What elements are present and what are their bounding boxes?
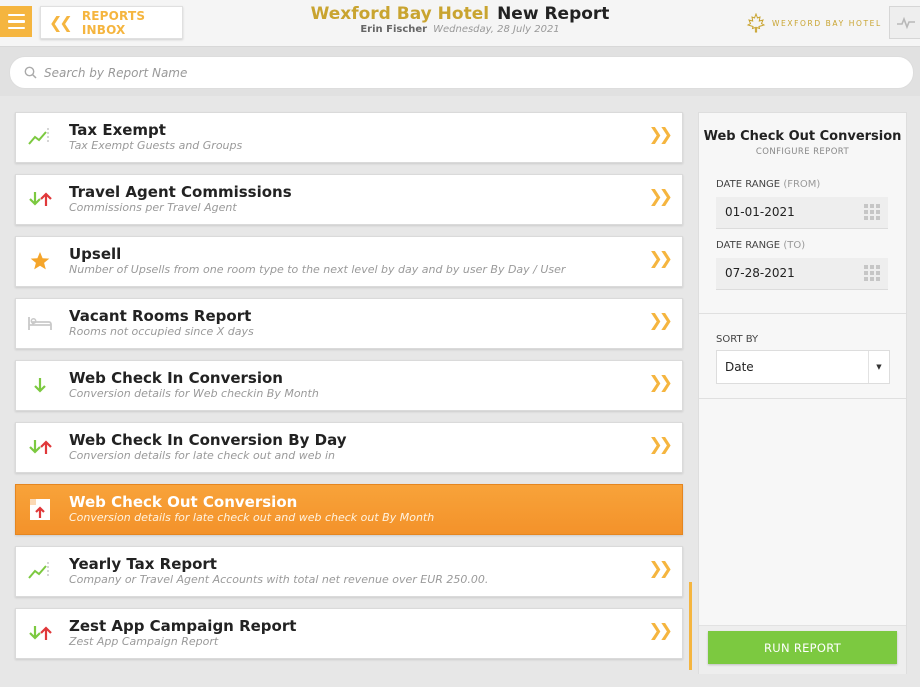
page-title: New Report (497, 4, 610, 24)
report-description: Conversion details for Web checkin By Mo… (69, 387, 319, 400)
report-description: Conversion details for late check out an… (69, 449, 335, 462)
report-row-selected[interactable]: Web Check Out Conversion Conversion deta… (15, 484, 683, 535)
star-icon (26, 249, 54, 273)
report-description: Number of Upsells from one room type to … (69, 263, 566, 276)
search-input[interactable] (42, 64, 866, 81)
activity-button[interactable] (889, 6, 920, 39)
report-title: Tax Exempt (69, 121, 166, 139)
activity-pulse-icon (896, 16, 915, 29)
report-title: Yearly Tax Report (69, 555, 217, 573)
report-description: Conversion details for late check out an… (69, 511, 435, 524)
report-row[interactable]: Vacant Rooms Report Rooms not occupied s… (15, 298, 683, 349)
report-title: Web Check In Conversion (69, 369, 283, 387)
report-description: Zest App Campaign Report (69, 635, 219, 648)
panel-title: Web Check Out Conversion (703, 129, 902, 144)
date-to-value: 07-28-2021 (725, 266, 795, 280)
list-scrollbar[interactable] (689, 582, 692, 670)
report-description: Commissions per Travel Agent (69, 201, 237, 214)
double-chevron-right-icon: ❯❯ (648, 311, 673, 331)
report-row[interactable]: Web Check In Conversion Conversion detai… (15, 360, 683, 411)
arrow-down-icon (26, 373, 54, 397)
report-title: Upsell (69, 245, 122, 263)
report-title: Vacant Rooms Report (69, 307, 252, 325)
trend-chart-icon (26, 559, 54, 583)
panel-divider (699, 398, 906, 399)
panel-subtitle: CONFIGURE REPORT (755, 147, 850, 157)
search-bar (0, 47, 920, 96)
hotel-name: Wexford Bay Hotel (310, 4, 490, 24)
checkout-door-icon (26, 497, 54, 521)
panel-divider (699, 313, 906, 314)
report-row[interactable]: Upsell Number of Upsells from one room t… (15, 236, 683, 287)
date-from-field[interactable]: 01-01-2021 (716, 197, 888, 229)
double-chevron-right-icon: ❯❯ (648, 125, 673, 145)
maple-leaf-icon (746, 13, 766, 33)
date-from-paren: (FROM) (783, 179, 821, 190)
double-chevron-right-icon: ❯❯ (648, 249, 673, 269)
double-chevron-right-icon: ❯❯ (648, 435, 673, 455)
calendar-icon[interactable] (864, 265, 880, 281)
double-chevron-right-icon: ❯❯ (648, 373, 673, 393)
top-header: ❮❮ REPORTS INBOX Wexford Bay Hotel New Re… (0, 0, 920, 47)
search-icon (24, 66, 37, 79)
double-chevron-right-icon: ❯❯ (648, 559, 673, 579)
date-to-field[interactable]: 07-28-2021 (716, 258, 888, 290)
report-title: Travel Agent Commissions (69, 183, 292, 201)
current-date: Wednesday, 28 July 2021 (433, 24, 560, 35)
report-description: Tax Exempt Guests and Groups (69, 139, 243, 152)
date-to-label: DATE RANGE (TO) (716, 240, 805, 251)
user-name: Erin Fischer (360, 24, 428, 35)
date-to-label-text: DATE RANGE (716, 240, 781, 251)
sort-by-value: Date (725, 360, 754, 374)
report-title: Zest App Campaign Report (69, 617, 297, 635)
double-chevron-right-icon: ❯❯ (648, 621, 673, 641)
double-chevron-right-icon: ❯❯ (648, 187, 673, 207)
run-report-button[interactable]: RUN REPORT (708, 631, 897, 664)
brand-name: WEXFORD BAY HOTEL (772, 18, 882, 28)
date-from-label: DATE RANGE (FROM) (716, 179, 820, 190)
report-row[interactable]: Yearly Tax Report Company or Travel Agen… (15, 546, 683, 597)
report-description: Company or Travel Agent Accounts with to… (69, 573, 489, 586)
report-row[interactable]: Tax Exempt Tax Exempt Guests and Groups … (15, 112, 683, 163)
search-field[interactable] (9, 56, 914, 89)
arrows-down-up-icon (26, 435, 54, 459)
brand-logo: WEXFORD BAY HOTEL (746, 13, 882, 33)
date-from-value: 01-01-2021 (725, 205, 795, 219)
date-from-label-text: DATE RANGE (716, 179, 781, 190)
date-to-paren: (TO) (783, 240, 806, 251)
trend-chart-icon (26, 125, 54, 149)
configure-panel: Web Check Out Conversion CONFIGURE REPOR… (698, 112, 907, 674)
arrows-down-up-icon (26, 621, 54, 645)
caret-down-icon: ▼ (868, 351, 889, 383)
sort-by-label: SORT BY (716, 334, 759, 345)
sort-by-select[interactable]: Date ▼ (716, 350, 890, 384)
calendar-icon[interactable] (864, 204, 880, 220)
report-title: Web Check Out Conversion (69, 493, 298, 511)
report-row[interactable]: Travel Agent Commissions Commissions per… (15, 174, 683, 225)
arrows-down-up-icon (26, 187, 54, 211)
bed-icon (26, 311, 54, 335)
report-row[interactable]: Zest App Campaign Report Zest App Campai… (15, 608, 683, 659)
report-row[interactable]: Web Check In Conversion By Day Conversio… (15, 422, 683, 473)
report-title: Web Check In Conversion By Day (69, 431, 347, 449)
report-description: Rooms not occupied since X days (69, 325, 254, 338)
